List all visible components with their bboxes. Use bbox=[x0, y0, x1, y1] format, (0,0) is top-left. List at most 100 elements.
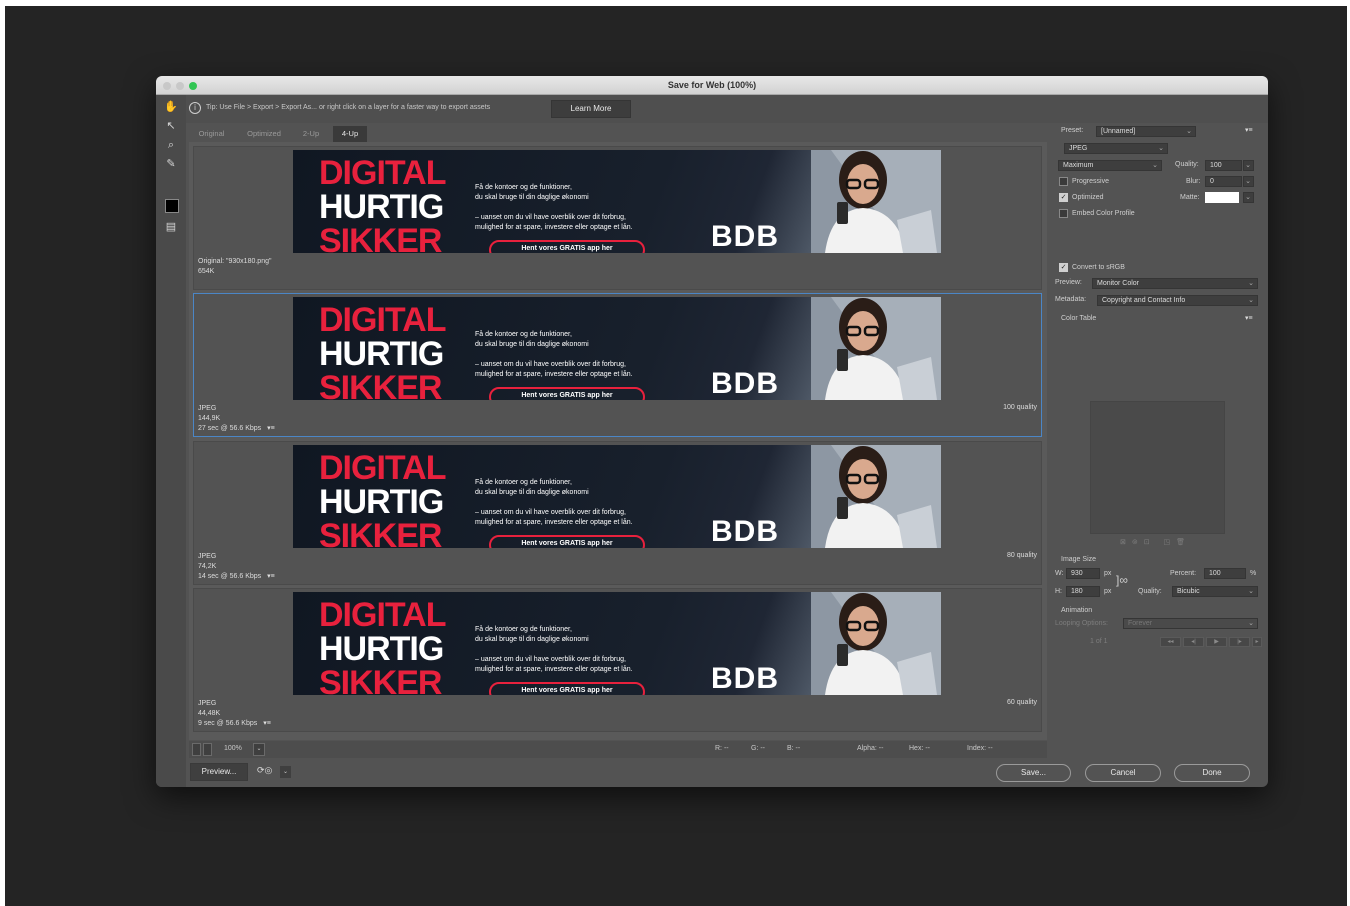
progressive-checkbox[interactable] bbox=[1059, 177, 1068, 186]
next-frame-icon[interactable]: |▸ bbox=[1229, 637, 1250, 647]
pane-info: Original: "930x180.png" 654K bbox=[198, 257, 271, 277]
toggle-slices-icon[interactable]: ▤ bbox=[163, 219, 179, 235]
preview-pane[interactable]: DIGITAL HURTIG SIKKER Få de kontoer og de f… bbox=[193, 293, 1042, 437]
metadata-dropdown[interactable]: Copyright and Contact Info ⌄ bbox=[1097, 295, 1258, 306]
height-field[interactable]: 180 bbox=[1066, 586, 1100, 597]
banner-headline-1: DIGITAL bbox=[319, 301, 446, 339]
looping-dropdown[interactable]: Forever ⌄ bbox=[1123, 618, 1258, 629]
banner-person-photo bbox=[811, 150, 941, 253]
banner-copy-1b: du skal bruge til din daglige økonomi bbox=[475, 489, 589, 496]
preview-pane[interactable]: DIGITAL HURTIG SIKKER Få de kontoer og de f… bbox=[193, 441, 1042, 585]
last-frame-icon[interactable]: ▸ bbox=[1252, 637, 1262, 647]
preview-pane[interactable]: DIGITAL HURTIG SIKKER Få de kontoer og de f… bbox=[193, 588, 1042, 732]
banner-copy-1b: du skal bruge til din daglige økonomi bbox=[475, 194, 589, 201]
learn-more-button[interactable]: Learn More bbox=[551, 100, 631, 118]
save-button[interactable]: Save... bbox=[996, 764, 1071, 782]
done-button[interactable]: Done bbox=[1174, 764, 1250, 782]
banner-cta: Hent vores GRATIS app her bbox=[489, 682, 645, 695]
quality-label: Quality: bbox=[1175, 161, 1199, 168]
banner-copy-2: – uanset om du vil have overblik over di… bbox=[475, 655, 633, 675]
embed-profile-checkbox[interactable] bbox=[1059, 209, 1068, 218]
banner-copy-2a: – uanset om du vil have overblik over di… bbox=[475, 361, 626, 368]
blur-field[interactable]: 0 bbox=[1205, 176, 1242, 187]
matte-dropdown-icon[interactable]: ⌄ bbox=[1243, 192, 1254, 203]
banner-headline-1: DIGITAL bbox=[319, 154, 446, 192]
color-table-tools-icon[interactable]: ⊠⊚⊡ ◳🗑 bbox=[1120, 538, 1191, 546]
quality-slider-icon[interactable]: ⌄ bbox=[1243, 160, 1254, 171]
width-field[interactable]: 930 bbox=[1066, 568, 1100, 579]
color-table-menu-icon[interactable]: ▾≡ bbox=[1245, 314, 1253, 322]
zoom-tool-icon[interactable]: ⌕ bbox=[163, 137, 179, 153]
hand-tool-icon[interactable]: ✋ bbox=[163, 99, 179, 115]
banner-headline-3: SIKKER bbox=[319, 222, 442, 253]
image-size-heading: Image Size bbox=[1061, 556, 1097, 563]
preview-mode-label: Preview: bbox=[1055, 279, 1082, 286]
banner-preview-image: DIGITAL HURTIG SIKKER Få de kontoer og de f… bbox=[293, 592, 941, 695]
pane-file-size: 44,48K bbox=[198, 710, 221, 717]
blur-slider-icon[interactable]: ⌄ bbox=[1243, 176, 1254, 187]
window-title: Save for Web (100%) bbox=[667, 80, 757, 90]
optimization-settings-panel: Preset: [Unnamed] ⌄ ▾≡ JPEG ⌄ Maximum ⌄ Qua… bbox=[1052, 123, 1264, 763]
browser-preview-icon[interactable]: ⟳◎ bbox=[257, 765, 272, 776]
tip-bar: i Tip: Use File > Export > Export As... … bbox=[186, 95, 1268, 123]
banner-headline-1: DIGITAL bbox=[319, 596, 446, 634]
preview-button[interactable]: Preview... bbox=[190, 763, 248, 781]
zoom-out-icon[interactable] bbox=[192, 743, 201, 756]
browser-dropdown-icon[interactable]: ⌄ bbox=[280, 766, 291, 778]
pane-info: JPEG 44,48K 9 sec @ 56.6 Kbps ▾≡ bbox=[198, 699, 271, 729]
title-bar: Save for Web (100%) bbox=[156, 76, 1268, 95]
pane-format: JPEG bbox=[198, 700, 217, 707]
preview-area: DIGITAL HURTIG SIKKER Få de kontoer og de f… bbox=[189, 142, 1047, 740]
percent-field[interactable]: 100 bbox=[1204, 568, 1246, 579]
constrain-proportions-icon[interactable]: ]∞ bbox=[1116, 573, 1128, 587]
banner-copy-2: – uanset om du vil have overblik over di… bbox=[475, 360, 633, 380]
preset-label: Preset: bbox=[1061, 127, 1084, 134]
alpha-readout: Alpha: -- bbox=[857, 745, 884, 752]
zoom-level[interactable]: 100% bbox=[224, 745, 242, 752]
pane-menu-icon[interactable]: ▾≡ bbox=[267, 573, 275, 580]
resample-quality-dropdown[interactable]: Bicubic ⌄ bbox=[1172, 586, 1258, 597]
pane-menu-icon[interactable]: ▾≡ bbox=[267, 425, 275, 432]
tab-optimized[interactable]: Optimized bbox=[239, 126, 289, 142]
pane-quality: 80 quality bbox=[1007, 552, 1037, 559]
status-bar: 100% ⌄ R: -- G: -- B: -- Alpha: -- Hex: … bbox=[189, 741, 1047, 758]
banner-copy-2a: – uanset om du vil have overblik over di… bbox=[475, 656, 626, 663]
matte-label: Matte: bbox=[1180, 194, 1200, 201]
convert-srgb-checkbox[interactable]: ✓ bbox=[1059, 263, 1068, 272]
banner-copy-1: Få de kontoer og de funktioner, du skal b… bbox=[475, 330, 589, 350]
panel-menu-icon[interactable]: ▾≡ bbox=[1245, 126, 1253, 134]
preview-mode-dropdown[interactable]: Monitor Color ⌄ bbox=[1092, 278, 1258, 289]
slice-select-tool-icon[interactable]: ↖ bbox=[163, 118, 179, 134]
tab-2-up[interactable]: 2-Up bbox=[294, 126, 328, 142]
cancel-button[interactable]: Cancel bbox=[1085, 764, 1161, 782]
matte-color-swatch[interactable] bbox=[1205, 192, 1239, 203]
info-icon: i bbox=[189, 102, 201, 114]
preview-pane[interactable]: DIGITAL HURTIG SIKKER Få de kontoer og de f… bbox=[193, 146, 1042, 290]
metadata-value: Copyright and Contact Info bbox=[1102, 297, 1186, 304]
resample-quality-label: Quality: bbox=[1138, 588, 1162, 595]
previous-frame-icon[interactable]: ◂| bbox=[1183, 637, 1204, 647]
banner-copy-2b: mulighed for at spare, investere eller o… bbox=[475, 224, 633, 231]
format-dropdown[interactable]: JPEG ⌄ bbox=[1064, 143, 1168, 154]
banner-headline-1: DIGITAL bbox=[319, 449, 446, 487]
banner-copy-1a: Få de kontoer og de funktioner, bbox=[475, 184, 572, 191]
pane-menu-icon[interactable]: ▾≡ bbox=[263, 720, 271, 727]
eyedropper-color-swatch[interactable] bbox=[165, 199, 179, 213]
preset-dropdown[interactable]: [Unnamed] ⌄ bbox=[1096, 126, 1196, 137]
color-table[interactable] bbox=[1090, 401, 1225, 534]
eyedropper-tool-icon[interactable]: ✎ bbox=[163, 156, 179, 172]
tip-text: Tip: Use File > Export > Export As... or… bbox=[206, 104, 491, 111]
optimized-checkbox[interactable]: ✓ bbox=[1059, 193, 1068, 202]
play-icon[interactable]: ▶ bbox=[1206, 637, 1227, 647]
compression-dropdown[interactable]: Maximum ⌄ bbox=[1058, 160, 1162, 171]
tab-4-up[interactable]: 4-Up bbox=[333, 126, 367, 142]
save-for-web-dialog: Save for Web (100%) ✋ ↖ ⌕ ✎ ▤ i Tip: Use… bbox=[156, 76, 1268, 787]
format-value: JPEG bbox=[1069, 145, 1088, 152]
banner-logo: BDB bbox=[711, 220, 779, 253]
tab-original[interactable]: Original bbox=[189, 126, 234, 142]
zoom-in-icon[interactable] bbox=[203, 743, 212, 756]
first-frame-icon[interactable]: ◂◂ bbox=[1160, 637, 1181, 647]
zoom-dropdown-icon[interactable]: ⌄ bbox=[253, 743, 265, 756]
quality-field[interactable]: 100 bbox=[1205, 160, 1242, 171]
banner-headline-3: SIKKER bbox=[319, 664, 442, 695]
